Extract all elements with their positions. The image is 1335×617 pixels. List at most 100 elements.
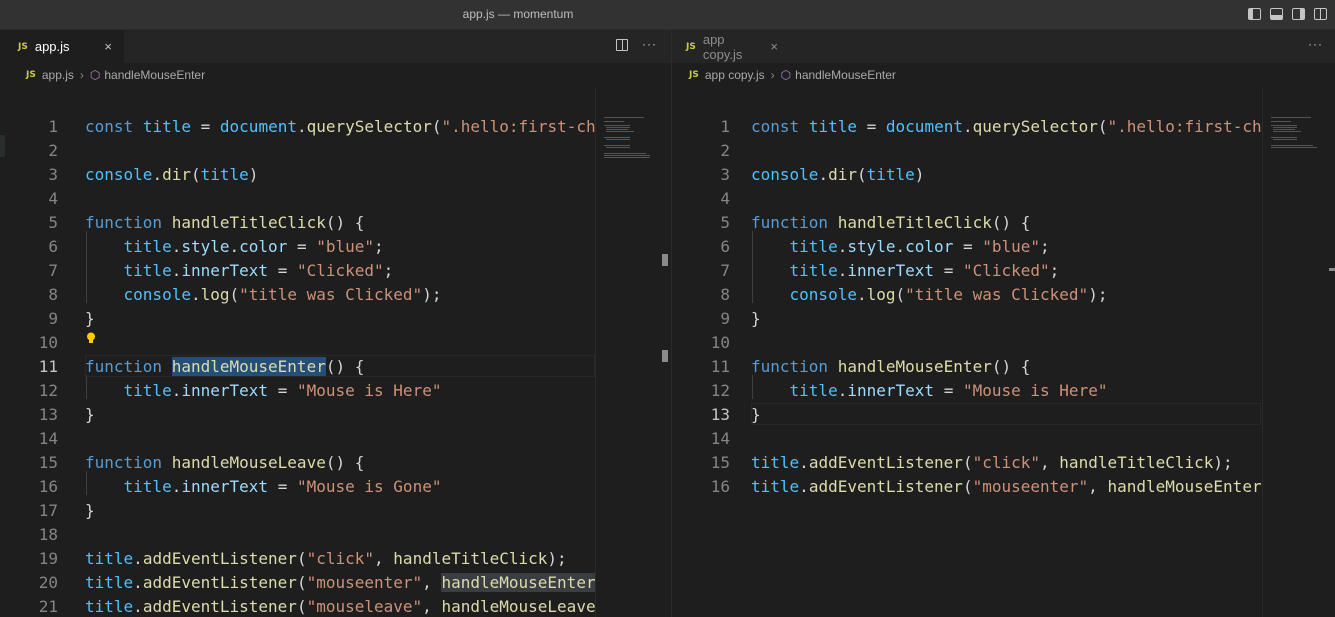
code-line: 10 (672, 331, 1335, 355)
code-text: function handleMouseEnter() { (751, 357, 1031, 376)
more-actions-icon[interactable]: ··· (642, 38, 657, 51)
line-number: 5 (48, 213, 58, 232)
code-text: function handleTitleClick() { (751, 213, 1031, 232)
code-text: title.style.color = "blue"; (123, 237, 384, 256)
code-text: } (85, 501, 95, 520)
code-line: 1 const title = document.querySelector("… (672, 115, 1335, 139)
code-text: title.style.color = "blue"; (789, 237, 1050, 256)
code-text: const title = document.querySelector(".h… (751, 117, 1261, 136)
line-number: 10 (38, 333, 58, 352)
code-line: 18 (0, 523, 671, 547)
line-number: 12 (710, 381, 730, 400)
line-number: 4 (720, 189, 730, 208)
code-line: 8 console.log("title was Clicked"); (0, 283, 671, 307)
line-number: 20 (38, 573, 58, 592)
left-editor-group: JS app.js × ··· JS app.js › ⬡ handleMous… (0, 30, 671, 617)
code-line: 17 } (0, 499, 671, 523)
line-number: 21 (38, 597, 58, 616)
code-text: title.addEventListener("click", handleTi… (751, 453, 1233, 472)
minimap[interactable] (1262, 87, 1325, 617)
line-number: 3 (720, 165, 730, 184)
breadcrumb-symbol[interactable]: handleMouseEnter (795, 68, 896, 82)
tab-bar: JS app copy.js × ··· (672, 30, 1335, 63)
code-line: 11 function handleMouseEnter() { (672, 355, 1335, 379)
line-number: 6 (48, 237, 58, 256)
code-line: 5 function handleTitleClick() { (0, 211, 671, 235)
code-line: 8 console.log("title was Clicked"); (672, 283, 1335, 307)
line-number: 7 (720, 261, 730, 280)
code-line: 3 console.dir(title) (672, 163, 1335, 187)
toggle-primary-sidebar-icon[interactable] (1248, 8, 1261, 20)
line-number: 10 (710, 333, 730, 352)
line-number: 7 (48, 261, 58, 280)
code-line: 12 title.innerText = "Mouse is Here" (0, 379, 671, 403)
line-number: 4 (48, 189, 58, 208)
code-text: title.innerText = "Mouse is Gone" (123, 477, 442, 496)
code-line: 13 } (0, 403, 671, 427)
breadcrumb: JS app.js › ⬡ handleMouseEnter (0, 63, 671, 87)
editor-actions: ··· (1308, 38, 1323, 50)
code-line: 6 title.style.color = "blue"; (0, 235, 671, 259)
javascript-file-icon: JS (18, 41, 28, 52)
scrollbar-marker[interactable] (662, 350, 668, 362)
customize-layout-icon[interactable] (1314, 8, 1327, 20)
javascript-file-icon: JS (689, 70, 699, 80)
line-number: 8 (48, 285, 58, 304)
split-editor-icon[interactable] (616, 39, 628, 51)
code-editor[interactable]: 1 const title = document.querySelector("… (0, 87, 671, 617)
window-titlebar: app.js — momentum (0, 0, 1335, 30)
layout-controls (1248, 8, 1327, 20)
method-symbol-icon: ⬡ (89, 68, 101, 82)
code-line: 15 title.addEventListener("click", handl… (672, 451, 1335, 475)
line-number: 9 (48, 309, 58, 328)
toggle-secondary-sidebar-icon[interactable] (1292, 8, 1305, 20)
tab-app-js[interactable]: JS app.js × (0, 30, 124, 63)
tab-label: app.js (34, 39, 70, 54)
line-number: 16 (38, 477, 58, 496)
line-number: 15 (38, 453, 58, 472)
line-number: 14 (38, 429, 58, 448)
close-icon[interactable]: × (770, 39, 778, 54)
code-line: 14 (672, 427, 1335, 451)
window-title: app.js — momentum (462, 7, 574, 21)
breadcrumb-symbol[interactable]: handleMouseEnter (104, 68, 205, 82)
code-text: const title = document.querySelector(".h… (85, 117, 595, 136)
line-number: 12 (38, 381, 58, 400)
code-line: 19 title.addEventListener("click", handl… (0, 547, 671, 571)
code-text: } (751, 309, 761, 328)
line-number: 16 (710, 477, 730, 496)
code-line: 16 title.innerText = "Mouse is Gone" (0, 475, 671, 499)
line-number: 19 (38, 549, 58, 568)
line-number: 2 (48, 141, 58, 160)
code-text: title.innerText = "Mouse is Here" (123, 381, 442, 400)
chevron-right-icon: › (770, 68, 775, 82)
line-number: 14 (710, 429, 730, 448)
tab-bar: JS app.js × ··· (0, 30, 671, 63)
scrollbar-marker[interactable] (662, 254, 668, 266)
tab-app-copy-js[interactable]: JS app copy.js × (672, 30, 790, 63)
code-line: 13 } (672, 403, 1335, 427)
minimap[interactable] (595, 87, 658, 617)
code-text: function handleMouseLeave() { (85, 453, 365, 472)
line-number: 2 (720, 141, 730, 160)
code-line: 7 title.innerText = "Clicked"; (672, 259, 1335, 283)
chevron-right-icon: › (79, 68, 84, 82)
scrollbar-marker[interactable] (1329, 268, 1335, 271)
breadcrumb-file[interactable]: app.js (42, 68, 74, 82)
editor-actions: ··· (616, 38, 657, 51)
more-actions-icon[interactable]: ··· (1308, 38, 1323, 50)
close-icon[interactable]: × (104, 39, 112, 54)
line-number: 1 (48, 117, 58, 136)
toggle-panel-icon[interactable] (1270, 8, 1283, 20)
code-line: 2 (0, 139, 671, 163)
code-editor[interactable]: 1 const title = document.querySelector("… (672, 87, 1335, 617)
javascript-file-icon: JS (686, 41, 696, 52)
lightbulb-icon[interactable] (86, 332, 96, 344)
line-number: 13 (710, 405, 730, 424)
method-symbol-icon: ⬡ (780, 68, 792, 82)
code-text: } (751, 405, 761, 424)
line-number: 9 (720, 309, 730, 328)
code-line: 20 title.addEventListener("mouseenter", … (0, 571, 671, 595)
breadcrumb-file[interactable]: app copy.js (705, 68, 765, 82)
code-line: 2 (672, 139, 1335, 163)
